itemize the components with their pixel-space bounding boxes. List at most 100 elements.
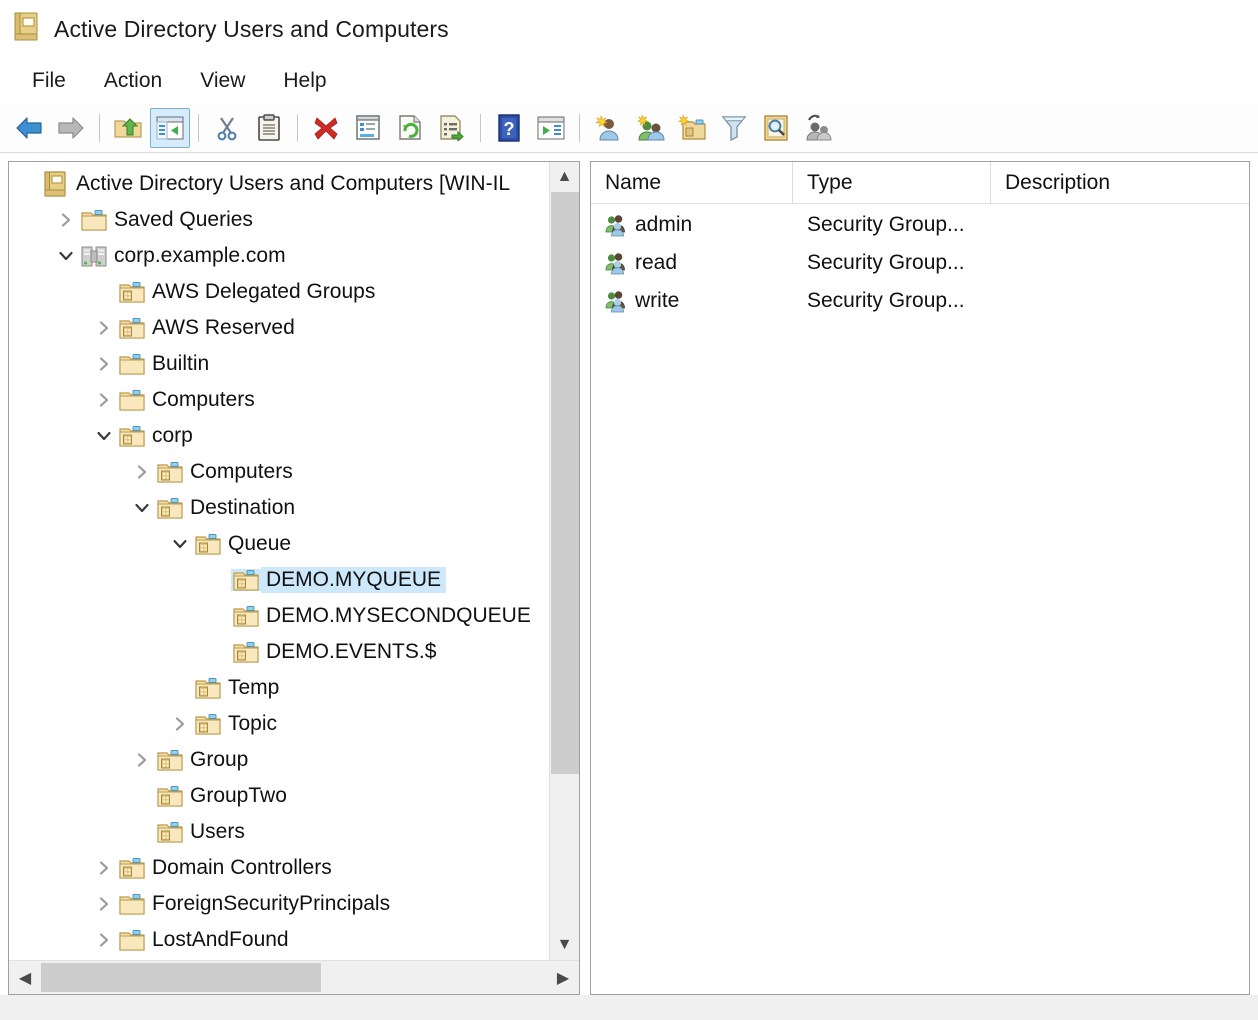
saved-queries-button[interactable] [798,108,838,148]
tree-item-active-directory-users-and-computers-win-il[interactable]: Active Directory Users and Computers [WI… [9,166,549,202]
tree-hscroll-thumb[interactable] [41,963,321,992]
group-icon [605,289,631,313]
filter-button[interactable] [714,108,754,148]
list-column-headers: Name Type Description [591,162,1249,204]
up-one-level-button[interactable] [108,108,148,148]
new-user-button[interactable] [588,108,628,148]
list-item-name: read [635,251,677,275]
tree-item-temp[interactable]: Temp [9,670,549,706]
tree-item-destination[interactable]: Destination [9,490,549,526]
chevron-right-icon[interactable] [167,716,193,732]
show-hide-action-pane-button[interactable] [531,108,571,148]
tree-item-foreignsecurityprincipals[interactable]: ForeignSecurityPrincipals [9,886,549,922]
cell-name: write [591,289,793,313]
scroll-down-icon[interactable]: ▼ [550,930,579,960]
tree-vertical-scrollbar[interactable]: ▲ ▼ [549,162,579,960]
find-magnifier-icon [762,114,790,142]
toolbar-separator [480,114,481,142]
question-mark-icon: ? [496,114,522,142]
tree-item-label: DEMO.MYSECONDQUEUE [261,603,536,629]
column-header-type[interactable]: Type [793,162,991,204]
tree-item-queue[interactable]: Queue [9,526,549,562]
chevron-right-icon[interactable] [91,356,117,372]
refresh-button[interactable] [390,108,430,148]
new-group-button[interactable] [630,108,670,148]
column-header-description[interactable]: Description [991,162,1249,204]
tree-item-label: DEMO.EVENTS.$ [261,639,441,665]
back-button[interactable] [9,108,49,148]
tree-item-computers[interactable]: Computers [9,382,549,418]
tree-item-users[interactable]: Users [9,814,549,850]
tree-item-group[interactable]: Group [9,742,549,778]
delete-button[interactable] [306,108,346,148]
tree-item-corp[interactable]: corp [9,418,549,454]
funnel-icon [721,114,747,142]
export-list-button[interactable] [432,108,472,148]
chevron-right-icon[interactable] [91,896,117,912]
ou-icon [231,641,261,663]
arrow-right-icon [56,115,86,141]
list-row[interactable]: adminSecurity Group... [591,206,1249,244]
find-button[interactable] [756,108,796,148]
tree-item-grouptwo[interactable]: GroupTwo [9,778,549,814]
chevron-right-icon[interactable] [129,752,155,768]
console-tree-icon [156,116,184,140]
scroll-left-icon[interactable]: ◀ [9,968,41,988]
chevron-right-icon[interactable] [91,860,117,876]
chevron-right-icon[interactable] [91,392,117,408]
chevron-right-icon[interactable] [129,464,155,480]
menu-action[interactable]: Action [90,66,176,96]
chevron-right-icon[interactable] [53,212,79,228]
cut-button[interactable] [207,108,247,148]
tree-item-label: Computers [147,387,260,413]
help-button[interactable]: ? [489,108,529,148]
tree-item-label: LostAndFound [147,927,294,953]
tree-item-computers[interactable]: Computers [9,454,549,490]
chevron-down-icon[interactable] [53,248,79,264]
list-item-name: admin [635,213,692,237]
tree-item-topic[interactable]: Topic [9,706,549,742]
paste-button[interactable] [249,108,289,148]
menu-help[interactable]: Help [269,66,340,96]
tree-item-aws-reserved[interactable]: AWS Reserved [9,310,549,346]
tree-item-lostandfound[interactable]: LostAndFound [9,922,549,958]
chevron-down-icon[interactable] [91,428,117,444]
tree-item-demo-myqueue[interactable]: DEMO.MYQUEUE [9,562,549,598]
scroll-up-icon[interactable]: ▲ [550,162,579,192]
window-bottom-strip [0,995,1258,1020]
tree-item-label: AWS Reserved [147,315,300,341]
tree-item-demo-events[interactable]: DEMO.EVENTS.$ [9,634,549,670]
forward-button[interactable] [51,108,91,148]
scroll-right-icon[interactable]: ▶ [547,968,579,988]
tree-item-corp-example-com[interactable]: corp.example.com [9,238,549,274]
list-rows[interactable]: adminSecurity Group...readSecurity Group… [591,204,1249,994]
column-header-name[interactable]: Name [591,162,793,204]
tree-vscroll-thumb[interactable] [551,192,579,774]
new-organizational-unit-button[interactable] [672,108,712,148]
console-book-icon [14,12,40,47]
tree-item-domain-controllers[interactable]: Domain Controllers [9,850,549,886]
tree-item-label: Destination [185,495,300,521]
tree-item-label: Computers [185,459,298,485]
show-hide-console-tree-button[interactable] [150,108,190,148]
menu-file[interactable]: File [18,66,80,96]
chevron-down-icon[interactable] [129,500,155,516]
tree-item-aws-delegated-groups[interactable]: AWS Delegated Groups [9,274,549,310]
tree-item-builtin[interactable]: Builtin [9,346,549,382]
list-row[interactable]: writeSecurity Group... [591,282,1249,320]
chevron-right-icon[interactable] [91,320,117,336]
console-tree-pane: Active Directory Users and Computers [WI… [8,161,580,995]
console-root-icon [41,171,71,197]
ou-icon [155,821,185,843]
chevron-right-icon[interactable] [91,932,117,948]
list-row[interactable]: readSecurity Group... [591,244,1249,282]
menu-view[interactable]: View [186,66,259,96]
tree-horizontal-scrollbar[interactable]: ◀ ▶ [9,960,579,994]
chevron-down-icon[interactable] [167,536,193,552]
tree-item-saved-queries[interactable]: Saved Queries [9,202,549,238]
properties-button[interactable] [348,108,388,148]
list-item-type: Security Group... [793,289,991,313]
tree-item-list[interactable]: Active Directory Users and Computers [WI… [9,162,549,960]
tree-item-demo-mysecondqueue[interactable]: DEMO.MYSECONDQUEUE [9,598,549,634]
folder-icon [117,893,147,915]
